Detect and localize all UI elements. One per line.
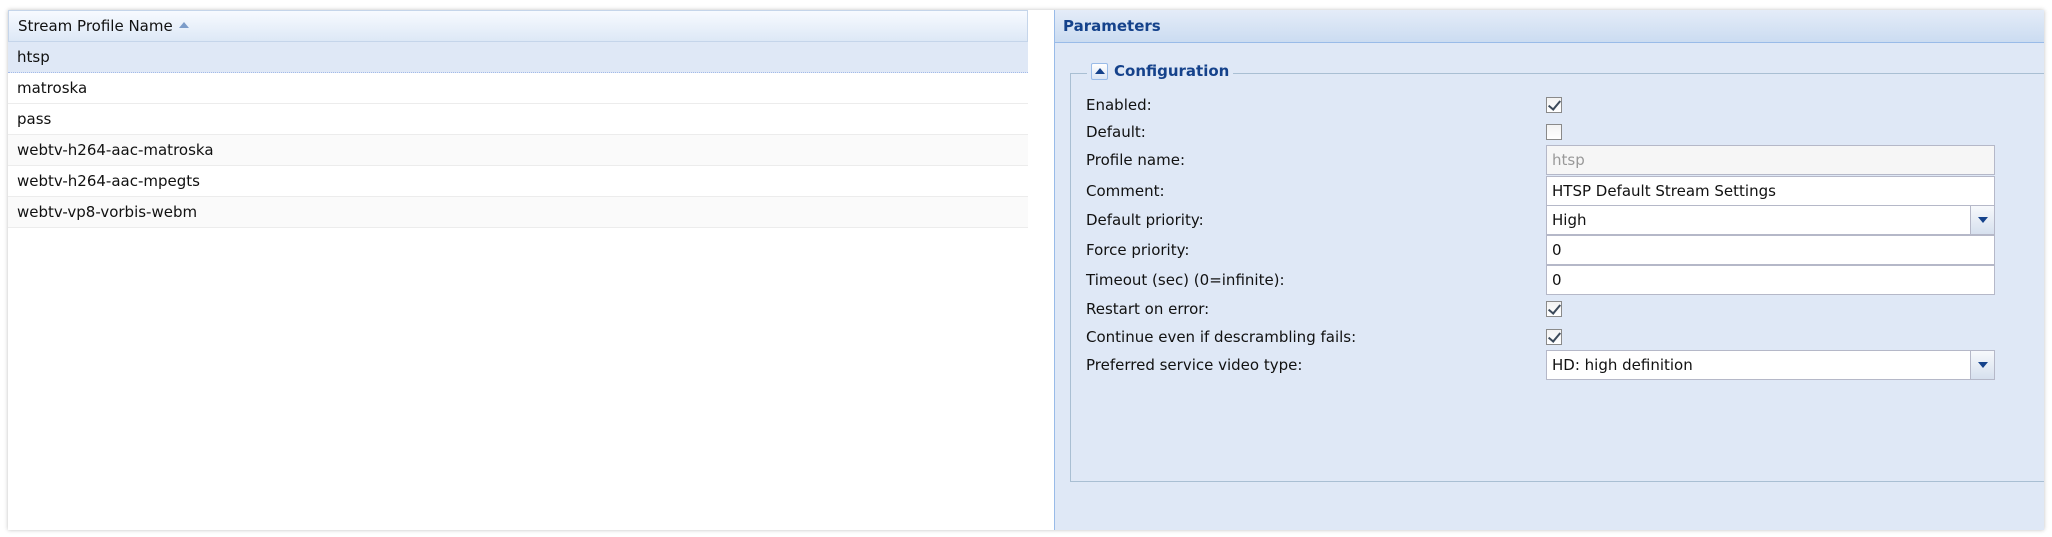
timeout-field[interactable] [1546,265,1995,295]
stream-profile-grid: Stream Profile Name htsp matroska pass w… [8,10,1055,530]
force-priority-label: Force priority: [1086,241,1190,259]
row-profile-name: matroska [17,79,88,97]
enabled-checkbox[interactable] [1546,97,1562,113]
fieldset-title: Configuration [1114,62,1230,80]
continue-descrambling-row: Continue even if descrambling fails: [1086,322,1986,352]
table-row[interactable]: webtv-vp8-vorbis-webm [8,197,1028,228]
default-label: Default: [1086,123,1146,141]
table-row[interactable]: webtv-h264-aac-matroska [8,135,1028,166]
comment-row: Comment: [1086,176,1995,206]
grid-rows: htsp matroska pass webtv-h264-aac-matros… [8,42,1028,228]
default-row: Default: [1086,117,1986,147]
configuration-fieldset: Configuration Enabled: Default: Profile … [1070,62,2044,482]
chevron-down-icon[interactable] [1970,206,1994,234]
profile-name-row: Profile name: [1086,145,1995,175]
restart-on-error-row: Restart on error: [1086,294,1986,324]
default-priority-value: High [1552,211,1587,229]
parameters-panel-header: Parameters [1055,10,2044,43]
force-priority-row: Force priority: [1086,235,1995,265]
profile-name-field [1546,145,1995,175]
comment-label: Comment: [1086,182,1165,200]
table-row[interactable]: htsp [8,42,1028,73]
enabled-row: Enabled: [1086,90,1986,120]
comment-field[interactable] [1546,176,1995,206]
configuration-legend: Configuration [1087,62,1234,80]
restart-on-error-checkbox[interactable] [1546,301,1562,317]
parameters-panel: Parameters Configuration Enabled: Defaul… [1055,10,2044,530]
default-priority-label: Default priority: [1086,211,1204,229]
column-header-label: Stream Profile Name [18,17,173,35]
row-profile-name: htsp [17,48,50,66]
continue-descrambling-label: Continue even if descrambling fails: [1086,328,1357,346]
preferred-video-type-row: Preferred service video type: HD: high d… [1086,350,1995,380]
column-header-stream-profile-name[interactable]: Stream Profile Name [8,10,1028,42]
row-profile-name: webtv-h264-aac-mpegts [17,172,200,190]
panel-title: Parameters [1063,17,1161,35]
timeout-label: Timeout (sec) (0=infinite): [1086,271,1285,289]
table-row[interactable]: matroska [8,73,1028,104]
app-window: Stream Profile Name htsp matroska pass w… [8,10,2044,530]
default-checkbox[interactable] [1546,124,1562,140]
force-priority-field[interactable] [1546,235,1995,265]
table-row[interactable]: webtv-h264-aac-mpegts [8,166,1028,197]
preferred-video-type-label: Preferred service video type: [1086,356,1303,374]
row-profile-name: webtv-h264-aac-matroska [17,141,214,159]
preferred-video-type-select[interactable]: HD: high definition [1546,350,1995,380]
row-profile-name: pass [17,110,52,128]
sort-ascending-icon [178,22,189,28]
enabled-label: Enabled: [1086,96,1152,114]
continue-descrambling-checkbox[interactable] [1546,329,1562,345]
collapse-up-icon[interactable] [1091,62,1108,80]
restart-on-error-label: Restart on error: [1086,300,1210,318]
default-priority-select[interactable]: High [1546,205,1995,235]
profile-name-label: Profile name: [1086,151,1186,169]
row-profile-name: webtv-vp8-vorbis-webm [17,203,198,221]
default-priority-row: Default priority: High [1086,205,1995,235]
preferred-video-type-value: HD: high definition [1552,356,1693,374]
timeout-row: Timeout (sec) (0=infinite): [1086,265,1995,295]
table-row[interactable]: pass [8,104,1028,135]
chevron-down-icon[interactable] [1970,351,1994,379]
